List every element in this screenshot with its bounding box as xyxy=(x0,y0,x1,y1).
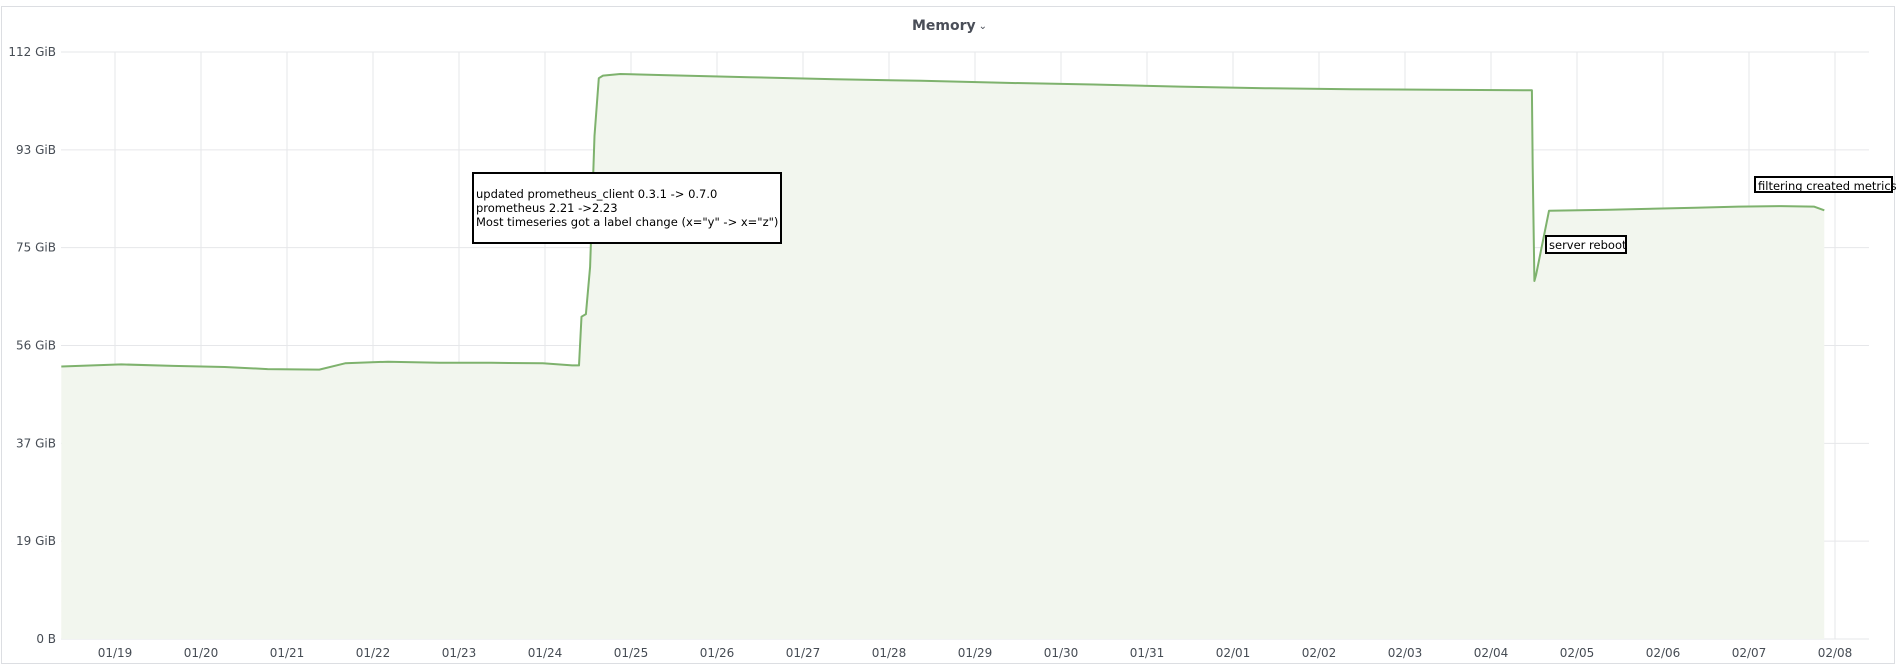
x-tick-label: 01/25 xyxy=(614,646,649,660)
x-tick-label: 02/02 xyxy=(1302,646,1337,660)
x-tick-label: 01/20 xyxy=(184,646,219,660)
y-tick-label: 37 GiB xyxy=(16,436,56,450)
series-area xyxy=(61,74,1825,639)
memory-chart: 0 B 19 GiB 37 GiB 56 GiB 75 GiB 93 GiB 112 GiB… xyxy=(8,45,1897,660)
x-tick-label: 02/01 xyxy=(1216,646,1251,660)
x-tick-label: 01/22 xyxy=(356,646,391,660)
annotation-box: filtering created metrics xyxy=(1754,176,1897,193)
x-tick-label: 02/05 xyxy=(1560,646,1595,660)
x-tick-label: 02/04 xyxy=(1474,646,1509,660)
x-tick-label: 01/24 xyxy=(528,646,563,660)
annotation-text: updated prometheus_client 0.3.1 -> 0.7.0 xyxy=(476,187,717,201)
x-tick-label: 01/23 xyxy=(442,646,477,660)
x-tick-label: 02/07 xyxy=(1732,646,1767,660)
y-tick-label: 56 GiB xyxy=(16,339,56,353)
x-tick-label: 01/29 xyxy=(958,646,993,660)
annotation-text: server reboot xyxy=(1549,238,1627,252)
x-tick-label: 02/03 xyxy=(1388,646,1423,660)
x-tick-label: 02/08 xyxy=(1818,646,1853,660)
annotation-text: prometheus 2.21 ->2.23 xyxy=(476,201,618,215)
y-tick-label: 112 GiB xyxy=(8,45,56,59)
x-tick-label: 01/27 xyxy=(786,646,821,660)
annotation-box: server reboot xyxy=(1545,235,1627,254)
annotation-text: Most timeseries got a label change (x="y… xyxy=(476,215,778,229)
x-tick-label: 01/26 xyxy=(700,646,735,660)
y-tick-label: 19 GiB xyxy=(16,534,56,548)
y-tick-label: 0 B xyxy=(36,632,56,646)
annotation-box: updated prometheus_client 0.3.1 -> 0.7.0… xyxy=(472,172,782,244)
x-tick-label: 01/31 xyxy=(1130,646,1165,660)
annotation-text: filtering created metrics xyxy=(1758,179,1897,193)
x-tick-label: 01/28 xyxy=(872,646,907,660)
x-tick-label: 01/19 xyxy=(98,646,133,660)
x-tick-label: 02/06 xyxy=(1646,646,1681,660)
y-tick-label: 93 GiB xyxy=(16,143,56,157)
y-tick-label: 75 GiB xyxy=(16,241,56,255)
x-tick-label: 01/30 xyxy=(1044,646,1079,660)
x-tick-label: 01/21 xyxy=(270,646,305,660)
